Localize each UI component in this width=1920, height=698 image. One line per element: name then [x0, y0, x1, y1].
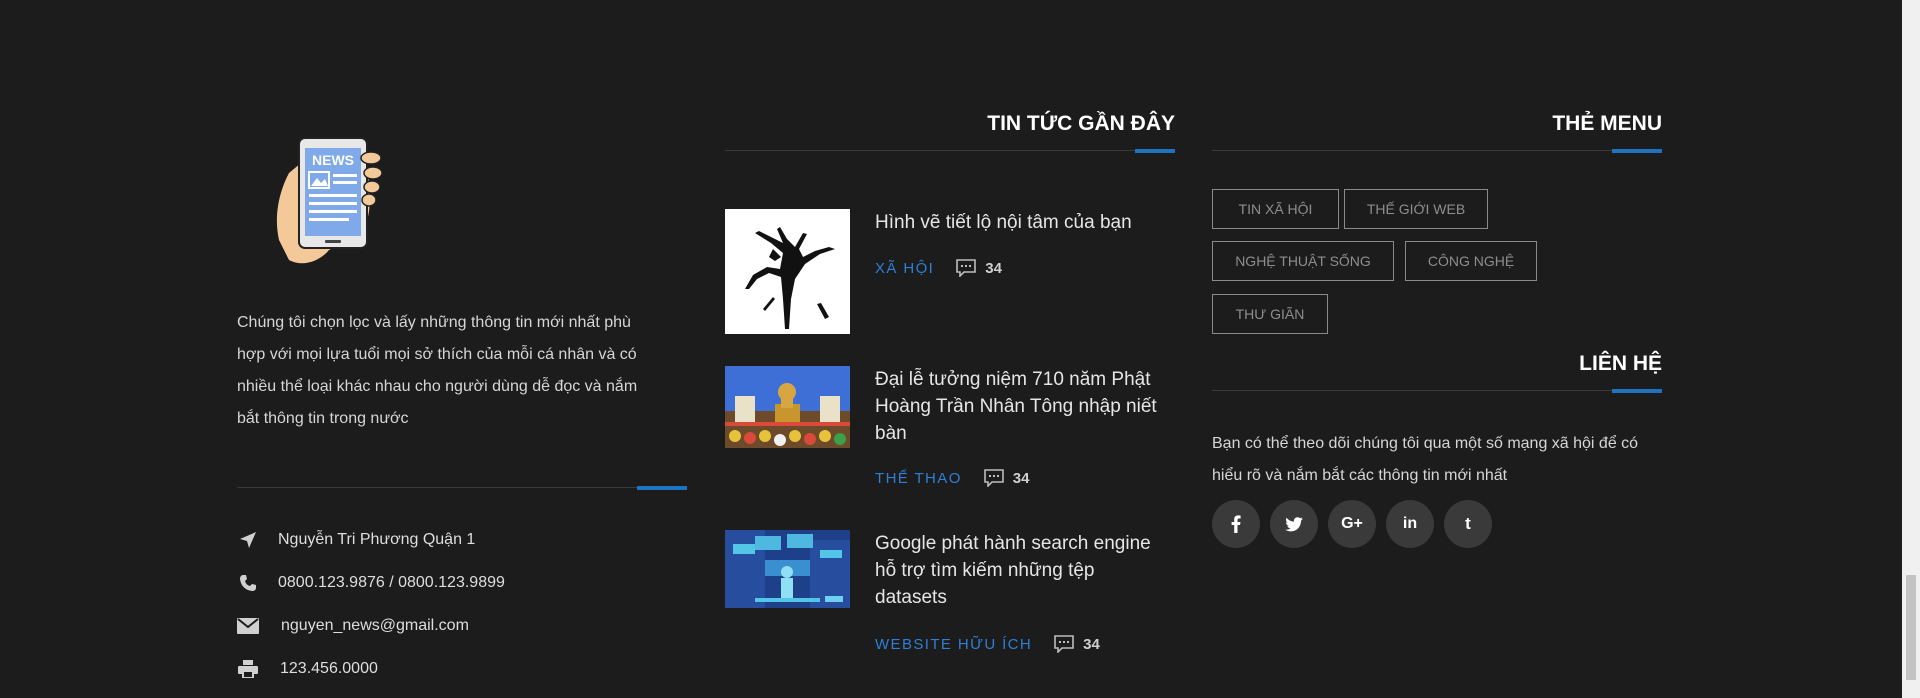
news-item[interactable]: Google phát hành search engine hỗ trợ tì… — [725, 530, 1175, 680]
news-meta: THỂ THAO 34 — [875, 469, 1029, 487]
contact-heading: LIÊN HỆ — [1579, 352, 1662, 375]
comment-count[interactable]: 34 — [1054, 635, 1100, 653]
contact-heading-line — [1212, 389, 1662, 393]
comment-count[interactable]: 34 — [956, 259, 1002, 277]
news-thumbnail[interactable] — [725, 366, 850, 448]
phone-row: 0800.123.9876 / 0800.123.9899 — [237, 573, 505, 593]
facebook-icon[interactable] — [1212, 500, 1260, 548]
twitter-icon[interactable] — [1270, 500, 1318, 548]
tumblr-icon[interactable]: t — [1444, 500, 1492, 548]
tag-button[interactable]: NGHỆ THUẬT SỐNG — [1212, 241, 1394, 281]
tag-button[interactable]: TIN XÃ HỘI — [1212, 189, 1339, 229]
google-plus-icon[interactable]: G+ — [1328, 500, 1376, 548]
email-text[interactable]: nguyen_news@gmail.com — [281, 617, 469, 635]
comment-icon — [956, 259, 977, 277]
news-phone-logo: NEWS — [259, 128, 409, 268]
envelope-icon — [237, 616, 259, 636]
tag-button[interactable]: THƯ GIÃN — [1212, 294, 1328, 334]
news-thumbnail[interactable] — [725, 530, 850, 608]
recent-news-heading: TIN TỨC GẦN ĐÂY — [987, 112, 1175, 135]
tags-heading: THẺ MENU — [1552, 112, 1662, 135]
comment-count[interactable]: 34 — [983, 469, 1029, 487]
news-title[interactable]: Đại lễ tưởng niệm 710 năm Phật Hoàng Trầ… — [875, 366, 1165, 447]
about-divider — [237, 486, 687, 490]
scrollbar-thumb[interactable] — [1906, 575, 1916, 680]
comment-icon — [983, 469, 1004, 487]
printer-icon — [237, 659, 259, 679]
svg-text:NEWS: NEWS — [312, 152, 354, 168]
fax-text: 123.456.0000 — [280, 660, 378, 677]
tag-button[interactable]: THẾ GIỚI WEB — [1344, 189, 1488, 229]
news-category[interactable]: THỂ THAO — [875, 470, 962, 487]
phone-text[interactable]: 0800.123.9876 / 0800.123.9899 — [278, 574, 505, 592]
news-meta: XÃ HỘI 34 — [875, 259, 1002, 277]
linkedin-icon[interactable]: in — [1386, 500, 1434, 548]
recent-news-heading-line — [725, 149, 1175, 153]
fax-row: 123.456.0000 — [237, 659, 378, 679]
tags-heading-line — [1212, 149, 1662, 153]
news-category[interactable]: WEBSITE HỮU ÍCH — [875, 636, 1032, 653]
contact-text: Bạn có thể theo dõi chúng tôi qua một số… — [1212, 435, 1639, 484]
comment-icon — [1054, 635, 1074, 653]
news-thumbnail[interactable] — [725, 209, 850, 334]
news-item[interactable]: Hình vẽ tiết lộ nội tâm của bạn XÃ HỘI 3… — [725, 209, 1175, 334]
news-title[interactable]: Hình vẽ tiết lộ nội tâm của bạn — [875, 209, 1165, 236]
footer: NEWS Chúng tôi chọn lọc và lấy những thô… — [0, 0, 1902, 698]
address-row: Nguyễn Tri Phương Quận 1 — [237, 530, 475, 550]
phone-icon — [237, 573, 259, 593]
email-row: nguyen_news@gmail.com — [237, 616, 469, 636]
vertical-scrollbar[interactable] — [1902, 0, 1920, 698]
news-category[interactable]: XÃ HỘI — [875, 260, 934, 277]
address-text: Nguyễn Tri Phương Quận 1 — [278, 531, 476, 548]
tag-button[interactable]: CÔNG NGHỆ — [1405, 241, 1537, 281]
news-meta: WEBSITE HỮU ÍCH 34 — [875, 635, 1100, 653]
news-item[interactable]: Đại lễ tưởng niệm 710 năm Phật Hoàng Trầ… — [725, 366, 1175, 516]
about-description: Chúng tôi chọn lọc và lấy những thông ti… — [237, 314, 638, 427]
news-title[interactable]: Google phát hành search engine hỗ trợ tì… — [875, 530, 1165, 611]
location-arrow-icon — [237, 530, 259, 550]
